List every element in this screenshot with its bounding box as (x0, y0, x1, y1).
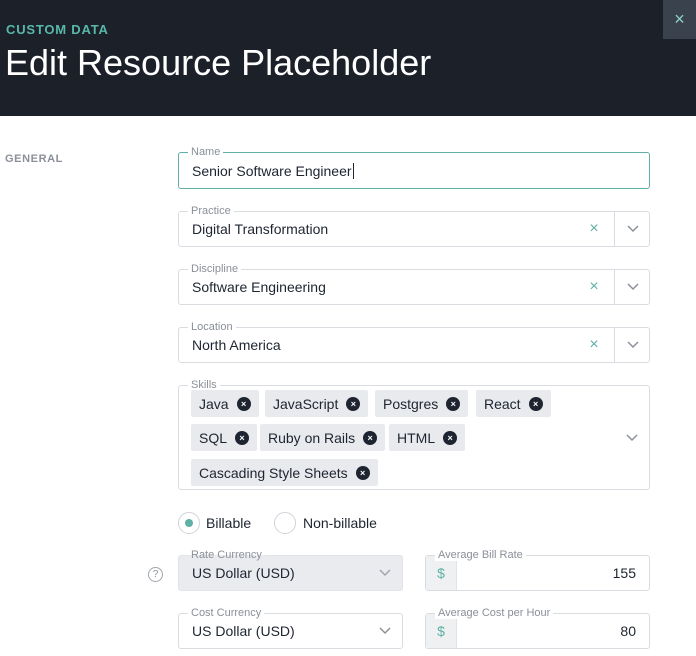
skill-chip: Ruby on Rails × (260, 424, 386, 451)
average-cost-input[interactable]: 80 (620, 614, 636, 648)
average-bill-rate-input[interactable]: 155 (613, 556, 636, 590)
remove-chip-icon[interactable]: × (236, 396, 251, 411)
rate-currency-select: Rate Currency US Dollar (USD) (178, 549, 403, 591)
remove-chip-icon[interactable]: × (346, 396, 361, 411)
discipline-clear-icon[interactable]: × (584, 270, 604, 304)
billable-radio[interactable] (178, 512, 200, 534)
skill-chip: HTML × (389, 424, 466, 451)
skill-chip: SQL × (191, 424, 258, 451)
discipline-select[interactable]: Discipline Software Engineering × (178, 263, 651, 305)
remove-chip-icon[interactable]: × (355, 465, 370, 480)
chevron-down-icon[interactable] (615, 270, 651, 304)
name-input[interactable]: Senior Software Engineer (192, 163, 352, 179)
average-bill-rate-label: Average Bill Rate (435, 549, 526, 561)
skill-chip: Cascading Style Sheets × (191, 459, 378, 486)
cost-currency-select[interactable]: Cost Currency US Dollar (USD) (178, 607, 403, 649)
location-value: North America (192, 337, 281, 353)
chevron-down-icon (367, 556, 403, 590)
dollar-sign-icon: $ (426, 556, 457, 590)
skill-chip: Java × (191, 390, 259, 417)
close-icon: × (674, 9, 685, 29)
dollar-sign-icon: $ (426, 614, 457, 648)
remove-chip-icon[interactable]: × (443, 430, 458, 445)
non-billable-label[interactable]: Non-billable (303, 515, 377, 531)
radio-selected-dot (185, 519, 193, 527)
close-button[interactable]: × (663, 0, 696, 39)
chevron-down-icon[interactable] (615, 212, 651, 246)
average-bill-rate-field[interactable]: Average Bill Rate $ 155 (425, 549, 650, 591)
skill-chip: Postgres × (375, 390, 469, 417)
skill-chip: JavaScript × (265, 390, 369, 417)
remove-chip-icon[interactable]: × (235, 430, 250, 445)
page-title: Edit Resource Placeholder (5, 42, 432, 83)
chevron-down-icon[interactable] (614, 386, 650, 489)
practice-clear-icon[interactable]: × (584, 212, 604, 246)
average-cost-field[interactable]: Average Cost per Hour $ 80 (425, 607, 650, 649)
skill-chip: React × (476, 390, 551, 417)
modal-header: CUSTOM DATA Edit Resource Placeholder × (0, 0, 696, 116)
remove-chip-icon[interactable]: × (363, 430, 378, 445)
chevron-down-icon[interactable] (615, 328, 651, 362)
cost-currency-value: US Dollar (USD) (192, 623, 295, 639)
skills-multiselect[interactable]: Skills Java × JavaScript × Postgres × Re… (178, 379, 650, 490)
name-field[interactable]: Name Senior Software Engineer (178, 146, 650, 189)
location-select[interactable]: Location North America × (178, 321, 651, 363)
remove-chip-icon[interactable]: × (528, 396, 543, 411)
header-kicker: CUSTOM DATA (6, 22, 109, 37)
billable-label[interactable]: Billable (206, 515, 251, 531)
text-cursor (352, 162, 354, 179)
location-clear-icon[interactable]: × (584, 328, 604, 362)
average-cost-label: Average Cost per Hour (435, 607, 554, 619)
chevron-down-icon[interactable] (367, 614, 403, 648)
practice-value: Digital Transformation (192, 221, 329, 237)
rate-currency-value: US Dollar (USD) (192, 565, 295, 581)
section-label-general: GENERAL (5, 153, 63, 165)
help-icon[interactable]: ? (148, 567, 163, 582)
discipline-value: Software Engineering (192, 279, 326, 295)
non-billable-radio[interactable] (274, 512, 296, 534)
remove-chip-icon[interactable]: × (446, 396, 461, 411)
practice-select[interactable]: Practice Digital Transformation × (178, 205, 651, 247)
